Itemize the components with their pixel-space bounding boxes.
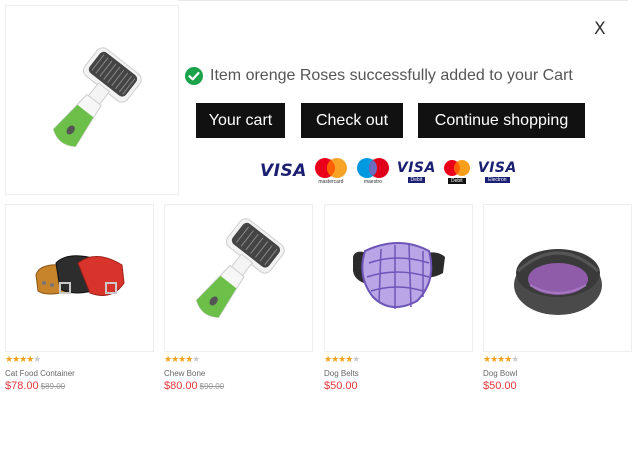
pet-bed-image bbox=[514, 249, 602, 315]
product-image[interactable] bbox=[164, 204, 313, 352]
old-price: $90.00 bbox=[199, 382, 225, 391]
product-price: $50.00 bbox=[483, 380, 517, 392]
maestro-icon bbox=[356, 158, 389, 178]
product-card[interactable]: ★★★★★ Cat Food Container $78.00 $89.00 bbox=[5, 204, 154, 392]
related-products: ★★★★★ Cat Food Container $78.00 $89.00 ★… bbox=[5, 204, 632, 394]
success-message: Item orenge Roses successfully added to … bbox=[185, 67, 573, 85]
mastercard-debit-logo: Debit bbox=[442, 159, 472, 184]
your-cart-button[interactable]: Your cart bbox=[196, 103, 285, 138]
rating-stars: ★★★★★ bbox=[164, 355, 200, 365]
dog-muzzle-image bbox=[353, 242, 445, 309]
product-price: $78.00 $89.00 bbox=[5, 380, 66, 392]
slicker-brush-image bbox=[195, 218, 285, 318]
check-out-button[interactable]: Check out bbox=[301, 103, 403, 138]
top-divider bbox=[178, 0, 628, 1]
visa-electron-logo: VISA Electron bbox=[477, 159, 517, 183]
visa-debit-logo: VISA Debit bbox=[396, 159, 436, 183]
success-message-text: Item orenge Roses successfully added to … bbox=[210, 67, 573, 84]
product-card[interactable]: ★★★★★ Chew Bone $80.00 $90.00 bbox=[164, 204, 313, 392]
visa-logo: VISA bbox=[260, 161, 307, 181]
product-card[interactable]: ★★★★★ Dog Belts $50.00 bbox=[324, 204, 473, 392]
product-card[interactable]: ★★★★★ Dog Bowl $50.00 bbox=[483, 204, 632, 392]
dog-collars-image bbox=[35, 255, 125, 296]
mastercard-icon bbox=[314, 158, 347, 178]
product-name[interactable]: Chew Bone bbox=[164, 369, 313, 378]
check-circle-icon bbox=[185, 67, 203, 85]
product-name[interactable]: Dog Belts bbox=[324, 369, 473, 378]
continue-shopping-button[interactable]: Continue shopping bbox=[418, 103, 585, 138]
mastercard-logo: mastercard bbox=[313, 157, 349, 185]
payment-methods: VISA mastercard maestro VISA Debit Debit… bbox=[260, 155, 523, 187]
product-name[interactable]: Dog Bowl bbox=[483, 369, 632, 378]
mastercard-debit-icon bbox=[443, 159, 470, 176]
product-image[interactable] bbox=[483, 204, 632, 352]
added-product-image bbox=[5, 5, 179, 195]
rating-stars: ★★★★★ bbox=[483, 355, 519, 365]
old-price: $89.00 bbox=[40, 382, 66, 391]
maestro-logo: maestro bbox=[355, 157, 391, 185]
product-price: $80.00 $90.00 bbox=[164, 380, 225, 392]
product-image[interactable] bbox=[5, 204, 154, 352]
slicker-brush-image bbox=[52, 47, 142, 147]
rating-stars: ★★★★★ bbox=[324, 355, 360, 365]
product-name[interactable]: Cat Food Container bbox=[5, 369, 154, 378]
product-image[interactable] bbox=[324, 204, 473, 352]
close-button[interactable]: X bbox=[594, 19, 606, 39]
rating-stars: ★★★★★ bbox=[5, 355, 41, 365]
product-price: $50.00 bbox=[324, 380, 358, 392]
